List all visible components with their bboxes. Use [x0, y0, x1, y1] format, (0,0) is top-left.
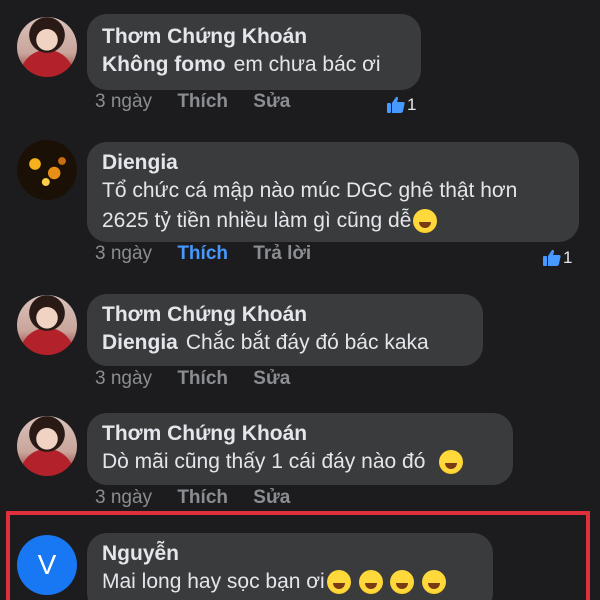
mention-tag[interactable]: Không fomo [102, 53, 226, 76]
comment-body: Chắc bắt đáy đó bác kaka [185, 331, 429, 354]
comment-thread: Thơm Chứng Khoán Không fomo em chưa bác ơ… [0, 0, 600, 600]
avatar[interactable] [17, 416, 77, 476]
like-link[interactable]: Thích [177, 243, 228, 264]
thumbs-up-icon [543, 249, 561, 266]
comment-bubble[interactable]: Thơm Chứng Khoán Không fomo em chưa bác ơ… [87, 14, 421, 90]
timestamp: 3 ngày [95, 368, 153, 389]
comment-author[interactable]: Nguyễn [102, 541, 477, 567]
reaction-count[interactable]: 1 [542, 248, 572, 268]
comment-meta: 3 ngày Thích Trả lời [95, 243, 331, 265]
edit-link[interactable]: Sửa [253, 487, 290, 508]
comment-meta: 3 ngày Thích Sửa [95, 91, 310, 113]
edit-link[interactable]: Sửa [253, 91, 290, 112]
edit-link[interactable]: Sửa [253, 368, 290, 389]
comment-text-line-1: Tổ chức cá mập nào múc DGC ghê thật hơn [102, 179, 518, 202]
avatar[interactable] [17, 17, 77, 77]
reaction-count[interactable]: 1 [386, 95, 416, 115]
comment-bubble[interactable]: Diengia Tổ chức cá mập nào múc DGC ghê t… [87, 142, 579, 242]
rofl-emoji-icon [413, 209, 438, 234]
comment-bubble[interactable]: Nguyễn Mai long hay sọc bạn ơi [87, 533, 493, 600]
reaction-number: 1 [563, 248, 573, 267]
avatar[interactable] [17, 140, 77, 200]
avatar[interactable] [17, 295, 77, 355]
thumbs-up-icon [387, 96, 405, 113]
comment-body: Mai long hay sọc bạn ơi [102, 570, 325, 593]
rofl-emoji-icon [390, 570, 415, 595]
comment-author[interactable]: Diengia [102, 150, 563, 176]
avatar[interactable]: V [17, 535, 77, 595]
like-link[interactable]: Thích [177, 368, 228, 389]
comment-bubble[interactable]: Thơm Chứng Khoán Diengia Chắc bắt đáy đó … [87, 294, 483, 366]
comment-text: Dò mãi cũng thấy 1 cái đáy nào đó [102, 447, 497, 477]
reply-link[interactable]: Trả lời [253, 243, 311, 264]
comment-bubble[interactable]: Thơm Chứng Khoán Dò mãi cũng thấy 1 cái … [87, 413, 513, 485]
rofl-emoji-icon [358, 570, 383, 595]
like-link[interactable]: Thích [177, 487, 228, 508]
rofl-emoji-icon [422, 570, 447, 595]
timestamp: 3 ngày [95, 487, 153, 508]
comment-text: Mai long hay sọc bạn ơi [102, 567, 477, 597]
comment-body: 2625 tỷ tiền nhiều làm gì cũng dễ [102, 209, 412, 232]
comment-body: em chưa bác ơi [233, 53, 381, 76]
comment-meta: 3 ngày Thích Sửa [95, 368, 310, 390]
comment-author[interactable]: Thơm Chứng Khoán [102, 421, 497, 447]
grin-emoji-icon [439, 450, 464, 475]
comment-text: Diengia Chắc bắt đáy đó bác kaka [102, 328, 467, 358]
mention-tag[interactable]: Diengia [102, 331, 178, 354]
comment-author[interactable]: Thơm Chứng Khoán [102, 24, 405, 50]
rofl-emoji-icon [326, 570, 351, 595]
timestamp: 3 ngày [95, 91, 153, 112]
comment-meta: 3 ngày Thích Sửa [95, 487, 310, 509]
comment-author[interactable]: Thơm Chứng Khoán [102, 302, 467, 328]
comment-body: Dò mãi cũng thấy 1 cái đáy nào đó [102, 450, 426, 473]
timestamp: 3 ngày [95, 243, 153, 264]
avatar-letter: V [37, 549, 57, 580]
like-link[interactable]: Thích [177, 91, 228, 112]
comment-text: Không fomo em chưa bác ơi [102, 50, 405, 80]
comment-text-line-2: 2625 tỷ tiền nhiều làm gì cũng dễ [102, 206, 563, 236]
reaction-number: 1 [407, 95, 417, 114]
